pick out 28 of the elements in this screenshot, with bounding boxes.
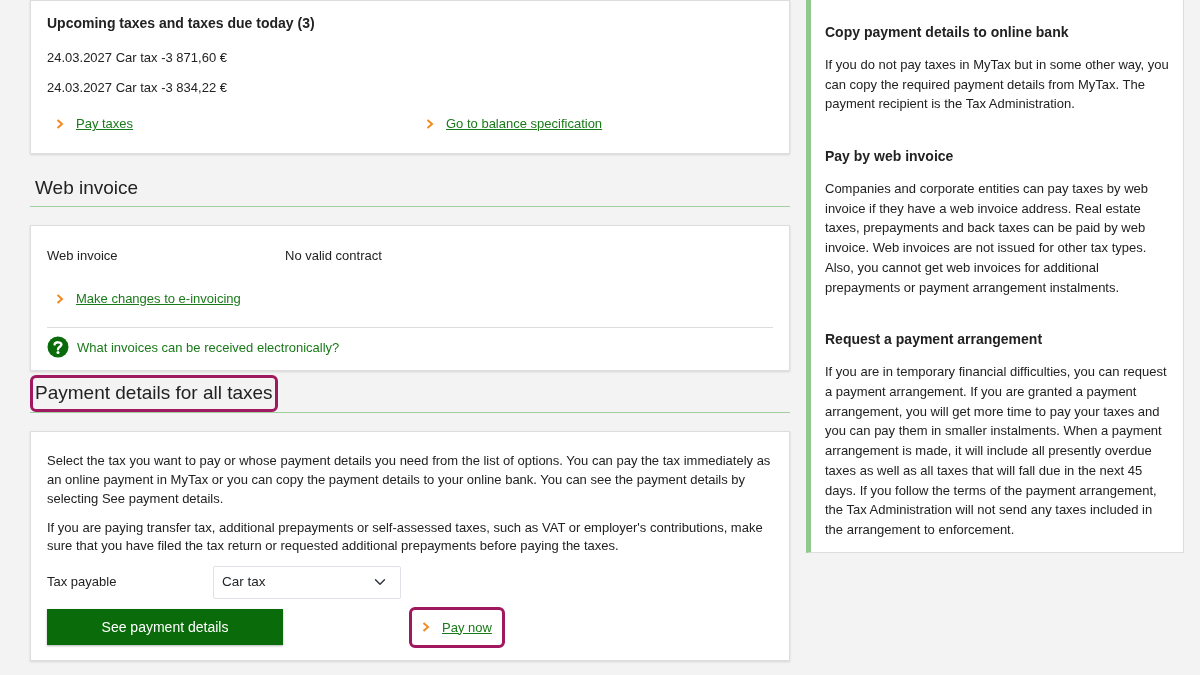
link[interactable]: Pay taxes (47, 107, 143, 141)
paragraph: Select the tax you want to pay or whose payment details you need from the list of options. You can pay the tax immediately as an online payment in MyTax or you can copy the payment details to your online bank. You can see the payment details by selecting See payment details. (47, 452, 772, 508)
paragraph: Companies and corporate entities can pay taxes by web invoice if they have a web invoice address. Real estate taxes, prepayments and back taxes can be paid by web invoice. Web invoices are not issued for other tax types. Also, you cannot get web invoices for additional prepayments or payment arrangement instalments. (825, 179, 1150, 297)
field-value: No valid contract (285, 247, 382, 266)
section-heading: Payment details for all taxes (30, 375, 278, 413)
chevron-icon (426, 118, 434, 129)
link[interactable]: Go to balance specification (417, 107, 612, 141)
link[interactable]: Pay now (409, 606, 505, 649)
tax-entry: 24.03.2027 Car tax -3 834,22 € (47, 78, 228, 97)
see-details-button[interactable]: See payment details (47, 609, 283, 646)
section-heading: Upcoming taxes and taxes due today (3) (47, 14, 316, 33)
help-link[interactable]: What invoices can be received electronically? (77, 337, 340, 358)
field-label: Web invoice (47, 247, 119, 266)
field-label: Tax payable (47, 573, 118, 592)
tax-select[interactable]: Car tax (213, 566, 401, 599)
tax-entry: 24.03.2027 Car tax -3 871,60 € (47, 49, 228, 67)
paragraph: If you do not pay taxes in MyTax but in some other way, you can copy the required payment details from MyTax. The payment recipient is the Tax Administration. (825, 55, 1169, 114)
chevron-icon (56, 118, 64, 129)
link[interactable]: Make changes to e-invoicing (47, 281, 250, 316)
chevron-icon (422, 622, 430, 633)
help-icon (47, 336, 69, 359)
paragraph: If you are in temporary financial difficulties, you can request a payment arrangement. If you are granted a payment arrangement, you will get more time to pay your taxes and you can pay them in smaller instalments. When a payment arrangement is made, it will include all presently overdue taxes as well as all taxes that will fall due in the next 45 days. If you follow the terms of the payment arrangement, the Tax Administration will not send any taxes included in the arrangement to enforcement. (825, 363, 1168, 540)
section-heading: Request a payment arrangement (825, 331, 1044, 349)
paragraph: If you are paying transfer tax, additional prepayments or self-assessed taxes, such as VAT or employer's contributions, make sure that you have filed the tax return or requested additional prepayments before paying the taxes. (47, 518, 764, 556)
section-heading: Copy payment details to online bank (825, 24, 1070, 41)
section-heading: Pay by web invoice (825, 148, 955, 165)
section-heading: Web invoice (34, 175, 140, 200)
chevron-icon (56, 293, 64, 304)
